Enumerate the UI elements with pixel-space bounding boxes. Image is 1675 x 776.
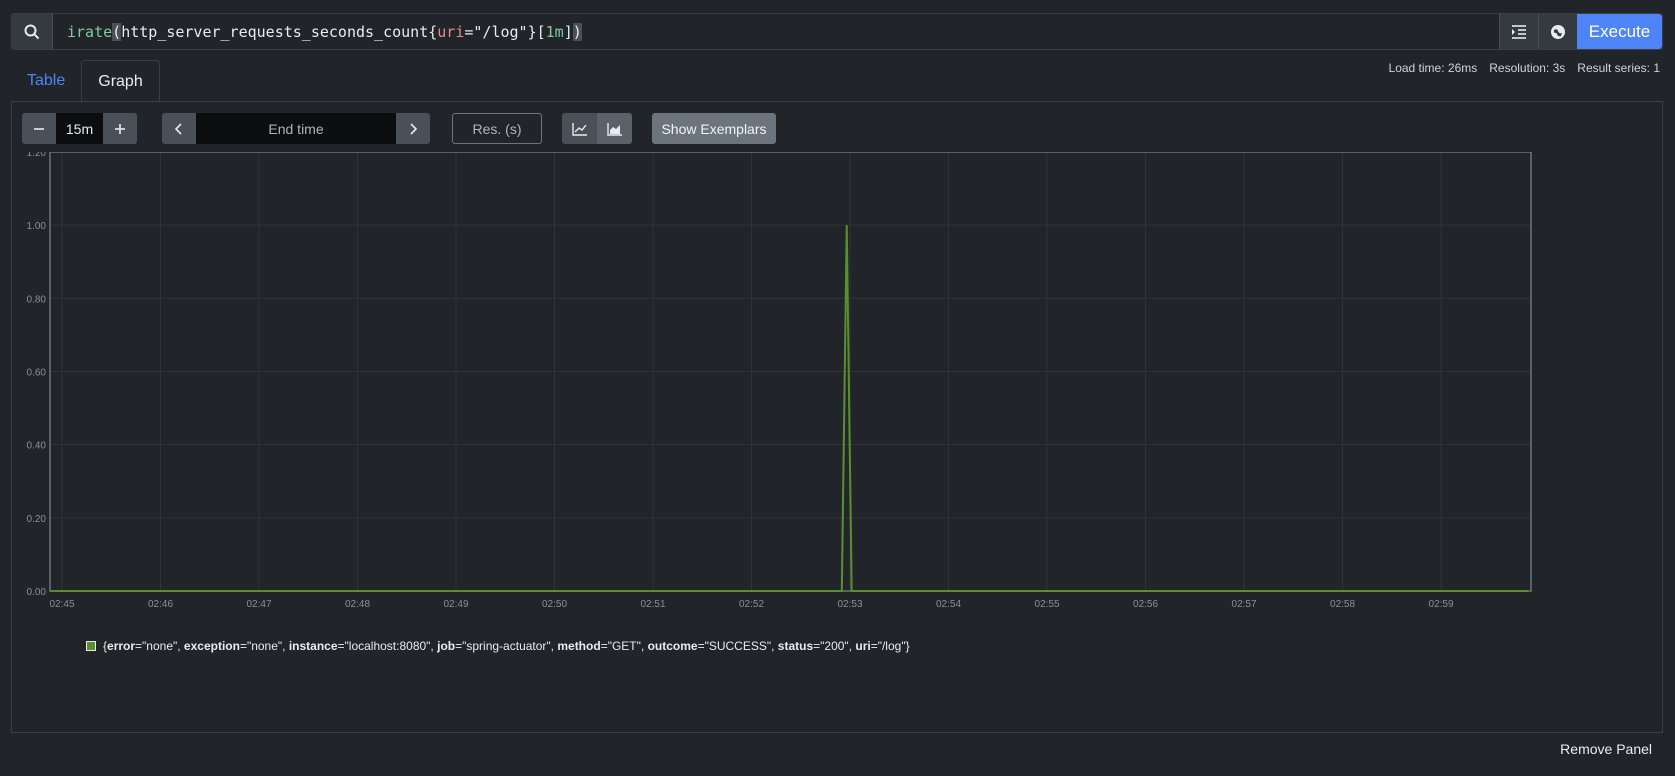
y-tick-label: 0.20 — [27, 514, 47, 525]
legend-label-key: uri — [855, 639, 871, 653]
view-tabs: Table Graph — [11, 60, 160, 102]
legend-label-value: ="SUCCESS", — [697, 639, 778, 653]
legend-label-key: instance — [288, 639, 338, 653]
y-tick-label: 0.00 — [27, 587, 47, 598]
query-range: 1m — [545, 22, 564, 41]
remove-panel-link[interactable]: Remove Panel — [1560, 741, 1652, 757]
x-tick-label: 02:49 — [443, 599, 468, 610]
y-tick-label: 1.20 — [27, 152, 47, 159]
x-tick-label: 02:52 — [739, 599, 764, 610]
legend-label-value: ="none", — [135, 639, 184, 653]
legend-label-value: ="spring-actuator", — [455, 639, 558, 653]
show-exemplars-button[interactable]: Show Exemplars — [652, 113, 776, 144]
legend-label-key: method — [557, 639, 601, 653]
y-tick-label: 0.80 — [27, 294, 47, 305]
legend-label-key: status — [777, 639, 814, 653]
query-eq: = — [464, 22, 474, 41]
query-range-open: [ — [536, 22, 546, 41]
query-label-key: uri — [437, 22, 465, 41]
query-metric: http_server_requests_seconds_count — [121, 22, 429, 41]
x-tick-label: 02:47 — [246, 599, 271, 610]
x-tick-label: 02:53 — [838, 599, 863, 610]
expression-bar: irate(http_server_requests_seconds_count… — [11, 13, 1663, 50]
legend-swatch — [86, 641, 96, 651]
query-stats: Load time: 26ms Resolution: 3s Result se… — [1389, 61, 1660, 75]
query-function: irate — [67, 22, 113, 41]
legend-label-value: ="/log" — [870, 639, 906, 653]
load-time: Load time: 26ms — [1388, 61, 1478, 75]
legend-label-value: ="200", — [813, 639, 856, 653]
area-chart-icon[interactable] — [597, 113, 632, 144]
query-brace-open: { — [428, 22, 438, 41]
query-label-value: "/log" — [473, 22, 528, 41]
format-expression-icon[interactable] — [1499, 14, 1538, 49]
resolution-input[interactable]: Res. (s) — [452, 113, 542, 144]
legend-label-value: ="localhost:8080", — [337, 639, 438, 653]
legend-labels: error="none", exception="none", instance… — [107, 639, 906, 653]
graph-panel: 15m End time Res. (s) Show Exemplars 0.0… — [11, 101, 1663, 733]
query-close-paren: ) — [572, 22, 582, 41]
y-tick-label: 0.60 — [27, 368, 47, 379]
x-tick-label: 02:54 — [936, 599, 961, 610]
end-time-input[interactable]: End time — [196, 113, 396, 144]
y-tick-label: 1.00 — [27, 221, 47, 232]
execute-button[interactable]: Execute — [1577, 14, 1662, 49]
line-chart-icon[interactable] — [562, 113, 597, 144]
legend-label-value: ="GET", — [600, 639, 648, 653]
x-tick-label: 02:48 — [345, 599, 370, 610]
end-time-control: End time — [162, 113, 430, 144]
x-tick-label: 02:55 — [1035, 599, 1060, 610]
end-time-back-button[interactable] — [162, 113, 196, 144]
legend-label-key: exception — [183, 639, 240, 653]
legend-label-key: outcome — [647, 639, 698, 653]
x-tick-label: 02:50 — [542, 599, 567, 610]
legend-label-key: job — [437, 639, 456, 653]
legend-label-key: error — [107, 639, 136, 653]
x-tick-label: 02:51 — [641, 599, 666, 610]
time-series-chart: 0.00 0.20 0.40 0.60 0.80 1.00 1.20 02:45 02:46 02… — [27, 152, 1532, 610]
query-open-paren: ( — [112, 22, 122, 41]
x-tick-label: 02:57 — [1232, 599, 1257, 610]
x-tick-label: 02:58 — [1330, 599, 1355, 610]
query-brace-close: } — [527, 22, 537, 41]
x-tick-label: 02:56 — [1133, 599, 1158, 610]
metrics-explorer-icon[interactable] — [1538, 14, 1577, 49]
x-tick-label: 02:46 — [148, 599, 173, 610]
search-icon[interactable] — [12, 14, 53, 49]
range-input[interactable]: 15m — [56, 113, 103, 144]
legend-label-value: ="none", — [239, 639, 289, 653]
x-tick-label: 02:45 — [49, 599, 74, 610]
range-increase-button[interactable] — [103, 113, 137, 144]
series-line — [50, 225, 1529, 592]
series-legend[interactable]: { error="none", exception="none", instan… — [86, 639, 910, 653]
range-decrease-button[interactable] — [22, 113, 56, 144]
resolution: Resolution: 3s — [1489, 61, 1566, 75]
x-tick-label: 02:59 — [1429, 599, 1454, 610]
tab-graph[interactable]: Graph — [81, 60, 160, 102]
expression-input[interactable]: irate(http_server_requests_seconds_count… — [53, 14, 1499, 49]
stack-toggle-group — [562, 113, 632, 144]
tab-table[interactable]: Table — [11, 60, 81, 102]
result-series: Result series: 1 — [1577, 61, 1660, 75]
legend-close-brace: } — [905, 639, 910, 653]
end-time-forward-button[interactable] — [396, 113, 430, 144]
query-range-close: ] — [563, 22, 573, 41]
y-tick-label: 0.40 — [27, 441, 47, 452]
range-control: 15m — [22, 113, 137, 144]
